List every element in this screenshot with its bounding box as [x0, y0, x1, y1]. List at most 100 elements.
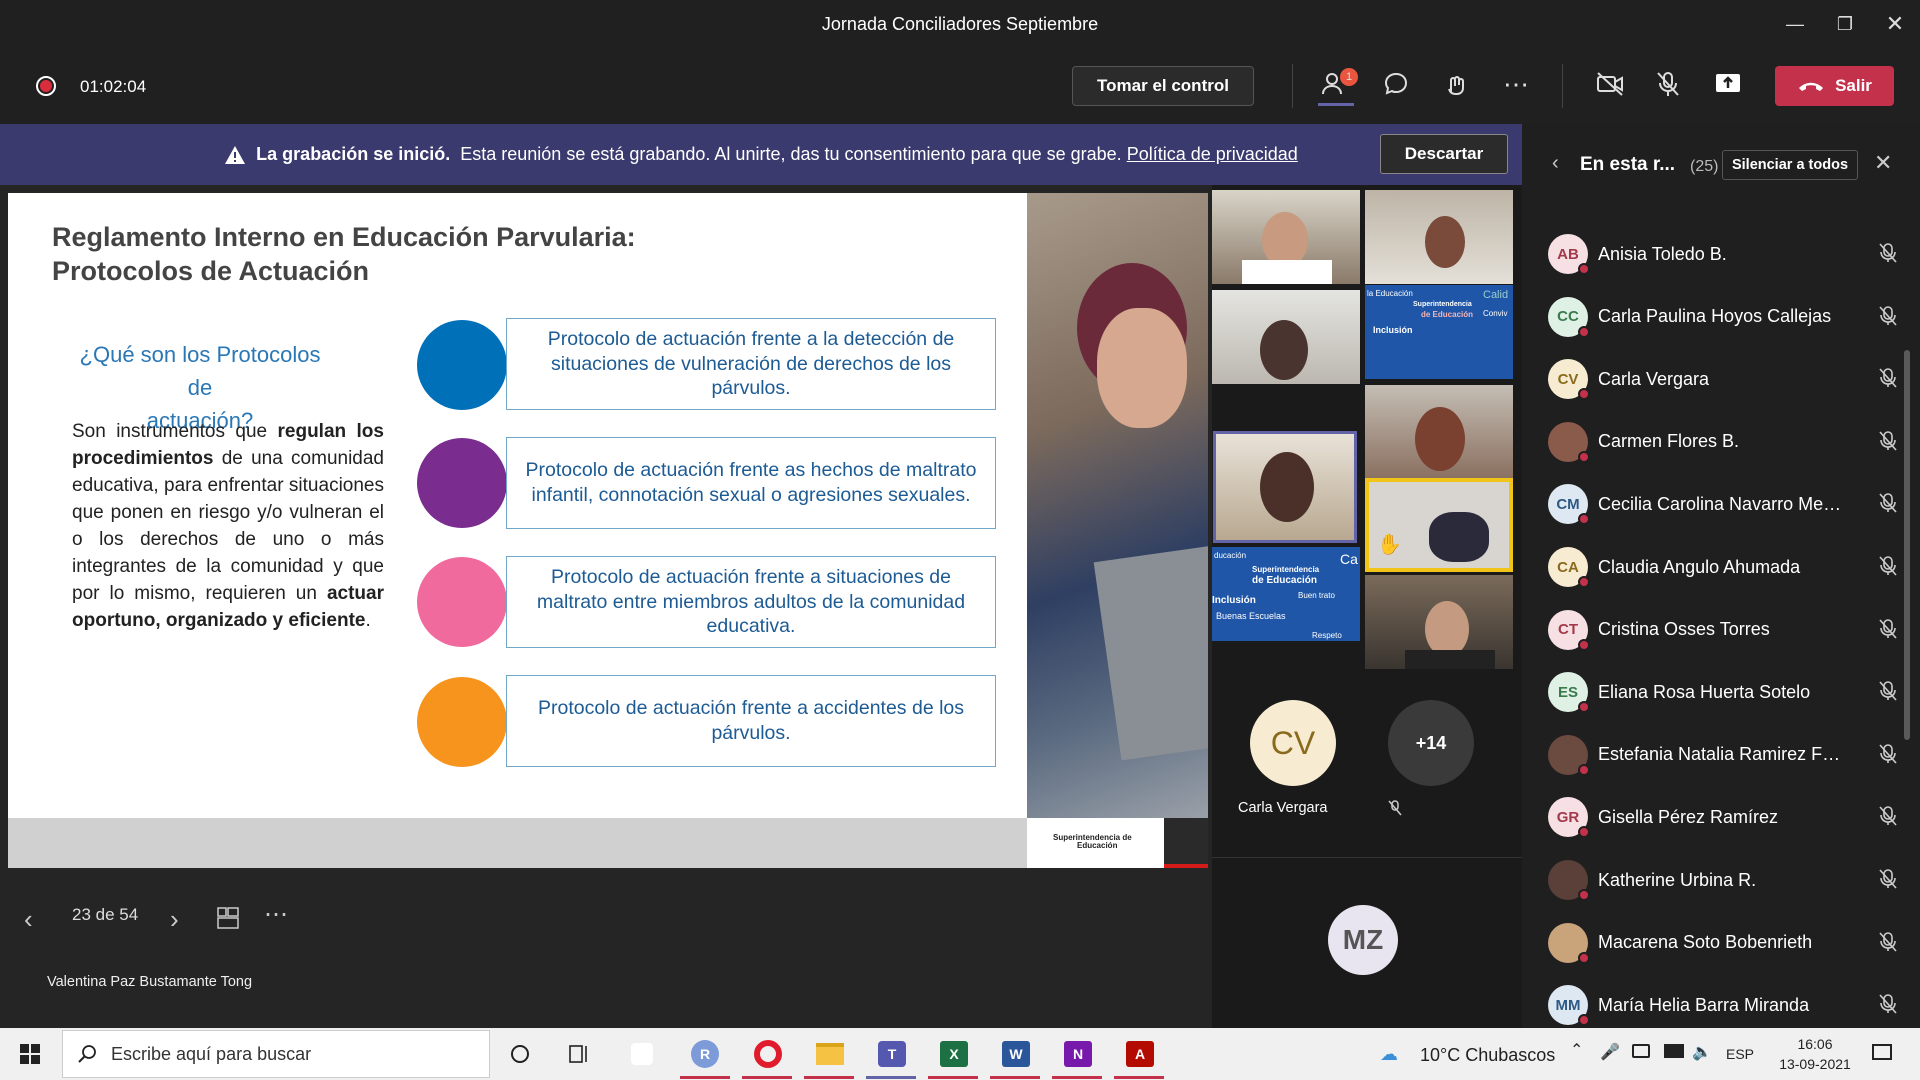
presence-dot	[1578, 951, 1590, 964]
avatar-mz[interactable]: MZ	[1328, 905, 1398, 975]
tray-clock[interactable]: 16:06 13-09-2021	[1770, 1034, 1860, 1074]
participant-mic-off-icon[interactable]	[1878, 805, 1898, 832]
minimize-icon[interactable]: —	[1770, 0, 1820, 48]
participant-mic-off-icon[interactable]	[1878, 618, 1898, 645]
panel-close-icon[interactable]: ✕	[1874, 150, 1892, 176]
body-part3: .	[365, 610, 371, 631]
participant-mic-off-icon[interactable]	[1878, 367, 1898, 394]
banner-title: La grabación se inició.	[256, 144, 451, 164]
word-icon[interactable]: W	[996, 1034, 1036, 1074]
recording-banner: La grabación se inició. Esta reunión se …	[0, 124, 1522, 185]
participant-row[interactable]: MM María Helia Barra Miranda	[1548, 975, 1908, 1028]
participant-row[interactable]: Macarena Soto Bobenrieth	[1548, 913, 1908, 973]
participant-row[interactable]: CM Cecilia Carolina Navarro Medi...	[1548, 474, 1908, 534]
protocol-circle-2	[417, 438, 507, 528]
participants-panel: ‹ En esta r... (25) Silenciar a todos ✕ …	[1522, 124, 1920, 1028]
mic-off-icon[interactable]	[1648, 64, 1688, 104]
weather-icon[interactable]: ☁	[1380, 1044, 1398, 1065]
participant-avatar: AB	[1548, 234, 1590, 275]
video-tile-7[interactable]: ✋	[1365, 478, 1513, 572]
weather-text[interactable]: 10°C Chubascos	[1420, 1045, 1555, 1066]
camera-off-icon[interactable]	[1590, 64, 1630, 104]
tray-network-icon[interactable]	[1664, 1044, 1684, 1058]
excel-icon[interactable]: X	[934, 1034, 974, 1074]
video-tile-9[interactable]	[1365, 575, 1513, 669]
reactions-icon[interactable]	[1436, 64, 1476, 104]
tray-mic-icon[interactable]: 🎤	[1600, 1042, 1620, 1062]
timeline-icon[interactable]	[560, 1034, 600, 1074]
participant-mic-off-icon[interactable]	[1878, 993, 1898, 1020]
warning-icon	[225, 145, 246, 164]
slide-grid-icon[interactable]	[216, 906, 240, 935]
avatar-cv[interactable]: CV	[1250, 700, 1336, 786]
video-tile-3[interactable]	[1212, 290, 1360, 384]
participant-row[interactable]: Estefania Natalia Ramirez Fue...	[1548, 725, 1908, 785]
participant-mic-off-icon[interactable]	[1878, 868, 1898, 895]
video-tile-5[interactable]	[1365, 385, 1513, 479]
participants-icon[interactable]: 1	[1316, 64, 1358, 106]
participant-row[interactable]: CT Cristina Osses Torres	[1548, 600, 1908, 660]
video-tile-1[interactable]	[1212, 190, 1360, 284]
poster-b-text-8: Ca	[1340, 551, 1358, 567]
r-app-icon[interactable]: R	[685, 1034, 725, 1074]
dismiss-button[interactable]: Descartar	[1380, 134, 1508, 174]
tray-battery-icon[interactable]	[1632, 1044, 1650, 1058]
participant-row[interactable]: CA Claudia Angulo Ahumada	[1548, 537, 1908, 597]
opera-icon[interactable]	[748, 1034, 788, 1074]
onenote-icon[interactable]: N	[1058, 1034, 1098, 1074]
participant-mic-off-icon[interactable]	[1878, 931, 1898, 958]
grid-divider	[1212, 857, 1522, 858]
take-control-label: Tomar el control	[1097, 76, 1229, 95]
participant-mic-off-icon[interactable]	[1878, 242, 1898, 269]
mute-all-button[interactable]: Silenciar a todos	[1722, 150, 1858, 180]
windows-start-icon[interactable]	[20, 1044, 40, 1069]
more-participants-button[interactable]: +14	[1388, 700, 1474, 786]
panel-back-icon[interactable]: ‹	[1552, 152, 1559, 175]
privacy-link[interactable]: Política de privacidad	[1127, 144, 1298, 165]
tray-language[interactable]: ESP	[1726, 1046, 1754, 1062]
prev-slide-icon[interactable]: ‹	[24, 904, 33, 935]
participant-row[interactable]: CV Carla Vergara	[1548, 349, 1908, 409]
participant-mic-off-icon[interactable]	[1878, 492, 1898, 519]
take-control-button[interactable]: Tomar el control	[1072, 66, 1254, 106]
tray-volume-icon[interactable]: 🔈	[1692, 1042, 1712, 1062]
acrobat-icon[interactable]: A	[1120, 1034, 1160, 1074]
chat-icon[interactable]	[1376, 64, 1416, 104]
task-view-icon[interactable]	[500, 1034, 540, 1074]
video-tile-8[interactable]: ducación Superintendencia de Educación I…	[1212, 547, 1360, 641]
restore-icon[interactable]: ❐	[1820, 0, 1870, 48]
notifications-icon[interactable]	[1872, 1044, 1892, 1060]
participant-row[interactable]: AB Anisia Toledo B.	[1548, 224, 1908, 284]
participant-mic-off-icon[interactable]	[1878, 680, 1898, 707]
slide-more-icon[interactable]: ⋯	[264, 900, 288, 929]
tray-chevron-icon[interactable]: ⌃	[1570, 1040, 1583, 1060]
participant-row[interactable]: ES Eliana Rosa Huerta Sotelo	[1548, 662, 1908, 722]
participant-row[interactable]: Katherine Urbina R.	[1548, 850, 1908, 910]
participant-row[interactable]: CC Carla Paulina Hoyos Callejas	[1548, 287, 1908, 347]
panel-scrollbar[interactable]	[1904, 350, 1910, 740]
language-app-icon[interactable]: EN	[622, 1034, 662, 1074]
video-tile-4[interactable]: la Educación Superintendencia de Educaci…	[1365, 285, 1513, 379]
close-icon[interactable]: ✕	[1870, 0, 1920, 48]
leave-label: Salir	[1835, 76, 1872, 95]
participant-mic-off-icon[interactable]	[1878, 555, 1898, 582]
taskbar-search[interactable]: Escribe aquí para buscar	[62, 1030, 490, 1078]
participant-mic-off-icon[interactable]	[1878, 743, 1898, 770]
slide-footer-bar	[8, 818, 1027, 868]
participant-mic-off-icon[interactable]	[1878, 305, 1898, 332]
video-tile-6[interactable]	[1213, 431, 1357, 543]
participant-mic-off-icon[interactable]	[1878, 430, 1898, 457]
next-slide-icon[interactable]: ›	[170, 904, 179, 935]
more-actions-icon[interactable]: ⋯	[1496, 64, 1536, 104]
leave-button[interactable]: Salir	[1775, 66, 1894, 106]
protocol-box-2: Protocolo de actuación frente as hechos …	[506, 437, 996, 529]
teams-icon[interactable]: T	[872, 1034, 912, 1074]
file-explorer-icon[interactable]	[810, 1034, 850, 1074]
participant-row[interactable]: Carmen Flores B.	[1548, 412, 1908, 472]
running-indicator-5	[928, 1076, 978, 1079]
poster-a-text-5: Calid	[1483, 289, 1509, 301]
participant-avatar: ES	[1548, 672, 1590, 714]
video-tile-2[interactable]	[1365, 190, 1513, 284]
participant-row[interactable]: GR Gisella Pérez Ramírez	[1548, 787, 1908, 847]
share-tray-icon[interactable]	[1708, 64, 1748, 104]
